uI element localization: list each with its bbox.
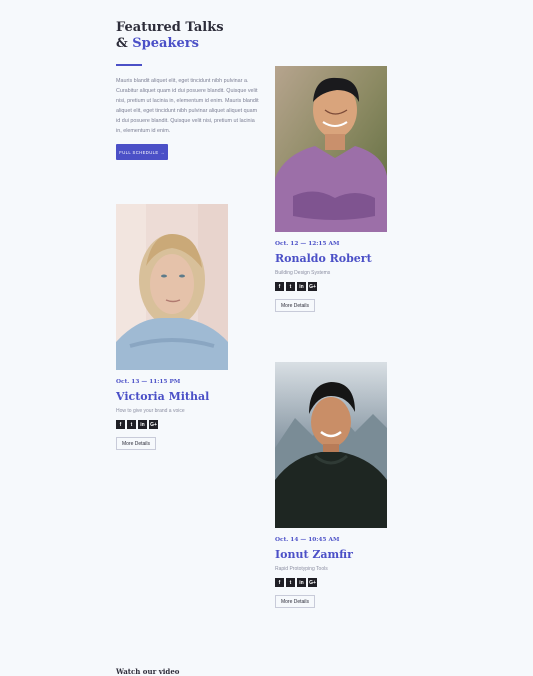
featured-speakers-section: Featured Talks & Speakers Mauris blandit… <box>0 0 533 676</box>
speaker-topic: Building Design Systems <box>275 270 331 276</box>
speaker-topic: How to give your brand a voice <box>116 408 185 414</box>
section-title-accent: Speakers <box>132 36 199 51</box>
speaker-photo-ronaldo[interactable] <box>275 66 387 232</box>
more-details-button[interactable]: More Details <box>275 595 315 608</box>
speaker-name[interactable]: Ronaldo Robert <box>275 252 387 265</box>
speaker-date: Oct. 12 — 12:15 AM <box>275 241 340 247</box>
twitter-icon[interactable]: t <box>286 578 295 587</box>
full-schedule-button[interactable]: FULL SCHEDULE → <box>116 144 168 160</box>
speaker-topic: Rapid Prototyping Tools <box>275 566 328 572</box>
section-title: Featured Talks & Speakers <box>116 20 286 52</box>
section-title-line1: Featured Talks <box>116 20 224 35</box>
more-details-button[interactable]: More Details <box>116 437 156 450</box>
linkedin-icon[interactable]: in <box>297 282 306 291</box>
speaker-photo-ionut[interactable] <box>275 362 387 528</box>
facebook-icon[interactable]: f <box>116 420 125 429</box>
facebook-icon[interactable]: f <box>275 282 284 291</box>
speaker-name[interactable]: Ionut Zamfir <box>275 548 387 561</box>
linkedin-icon[interactable]: in <box>138 420 147 429</box>
google-plus-icon[interactable]: G+ <box>149 420 158 429</box>
section-title-line2: & Speakers <box>116 36 286 52</box>
speaker-photo-victoria[interactable] <box>116 204 228 370</box>
title-underline <box>116 64 142 66</box>
twitter-icon[interactable]: t <box>286 282 295 291</box>
speaker-card-ionut: Oct. 14 — 10:45 AM Ionut Zamfir Rapid Pr… <box>275 362 387 608</box>
social-icons: f t in G+ <box>116 420 228 429</box>
speaker-date: Oct. 13 — 11:15 PM <box>116 379 181 385</box>
google-plus-icon[interactable]: G+ <box>308 282 317 291</box>
facebook-icon[interactable]: f <box>275 578 284 587</box>
more-details-button[interactable]: More Details <box>275 299 315 312</box>
intro-paragraph: Mauris blandit aliquet elit, eget tincid… <box>116 78 259 134</box>
section-title-prefix: & <box>116 36 128 51</box>
speaker-card-victoria: Oct. 13 — 11:15 PM Victoria Mithal How t… <box>116 204 228 450</box>
speaker-card-ronaldo: Oct. 12 — 12:15 AM Ronaldo Robert Buildi… <box>275 66 387 312</box>
speaker-name[interactable]: Victoria Mithal <box>116 390 228 403</box>
twitter-icon[interactable]: t <box>127 420 136 429</box>
social-icons: f t in G+ <box>275 282 387 291</box>
google-plus-icon[interactable]: G+ <box>308 578 317 587</box>
speaker-date: Oct. 14 — 10:45 AM <box>275 537 340 543</box>
linkedin-icon[interactable]: in <box>297 578 306 587</box>
social-icons: f t in G+ <box>275 578 387 587</box>
